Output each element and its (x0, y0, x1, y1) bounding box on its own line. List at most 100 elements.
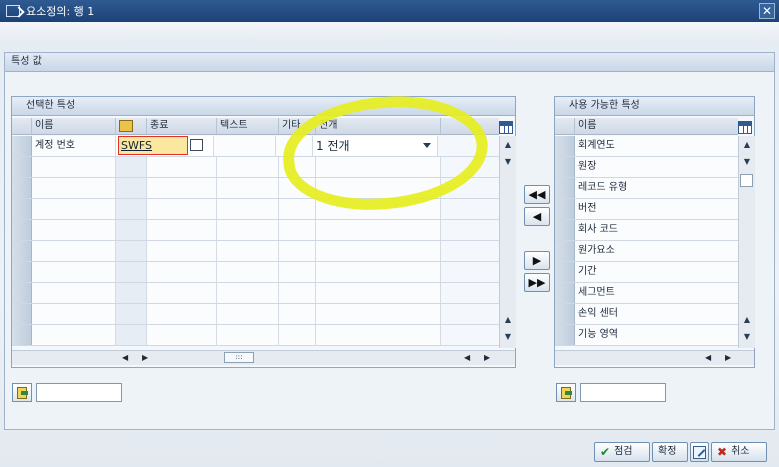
scroll-up-icon[interactable]: ▲ (741, 139, 753, 151)
column-setting-icon[interactable] (116, 118, 147, 134)
row-selector[interactable] (12, 304, 32, 324)
scroll-up-icon[interactable]: ▲ (502, 139, 514, 151)
list-item[interactable]: 세그먼트 (555, 283, 738, 304)
row-selector[interactable] (555, 178, 575, 198)
find-icon[interactable] (12, 383, 32, 402)
scroll-up-icon[interactable]: ▲ (502, 314, 514, 326)
list-item[interactable]: 원장 (555, 157, 738, 178)
scroll-up-icon[interactable]: ▲ (741, 314, 753, 326)
cancel-button[interactable]: ✖ 취소 (711, 442, 767, 462)
table-row[interactable] (12, 157, 499, 178)
scroll-left-icon[interactable]: ◀ (122, 353, 128, 362)
end-value-input[interactable]: SWFS (118, 136, 188, 155)
scroll-down-icon[interactable]: ▼ (741, 331, 753, 343)
scroll-thumb[interactable]: ::: (224, 352, 254, 363)
table-row[interactable] (12, 199, 499, 220)
list-item-label: 버전 (575, 199, 738, 219)
list-item[interactable]: 원가요소 (555, 241, 738, 262)
row-select-header[interactable] (555, 118, 575, 134)
table-row[interactable] (12, 304, 499, 325)
table-cell (116, 241, 147, 261)
row-selector[interactable] (555, 304, 575, 324)
list-item[interactable]: 회계연도 (555, 136, 738, 157)
scroll-left-icon[interactable]: ◀ (464, 353, 470, 362)
edit-button[interactable] (690, 442, 709, 462)
row-selector[interactable] (555, 136, 575, 156)
table-cell (441, 262, 499, 282)
row-selector[interactable] (12, 199, 32, 219)
column-other[interactable]: 기타 (279, 118, 316, 134)
selected-hscroll[interactable]: ◀ ▶ ::: ◀ ▶ (12, 350, 515, 365)
row-select-header[interactable] (12, 118, 32, 134)
table-cell (279, 178, 316, 198)
list-item[interactable]: 버전 (555, 199, 738, 220)
table-cell (279, 199, 316, 219)
confirm-button[interactable]: 확정 (652, 442, 688, 462)
scroll-right-icon[interactable]: ▶ (725, 353, 731, 362)
move-right-button[interactable]: ▶ (524, 251, 550, 270)
table-row[interactable] (12, 283, 499, 304)
selected-find-input[interactable] (36, 383, 122, 402)
close-icon[interactable]: ✕ (759, 3, 775, 19)
settings-icon[interactable] (738, 121, 752, 134)
move-left-button[interactable]: ◀ (524, 207, 550, 226)
list-item[interactable]: 손익 센터 (555, 304, 738, 325)
table-cell (32, 241, 116, 261)
scroll-left-icon[interactable]: ◀ (705, 353, 711, 362)
row-selector[interactable] (555, 283, 575, 303)
chevron-down-icon[interactable] (423, 143, 431, 148)
scroll-right-icon[interactable]: ▶ (484, 353, 490, 362)
column-end[interactable]: 종료 (147, 118, 217, 134)
scroll-down-icon[interactable]: ▼ (502, 331, 514, 343)
selected-panel-title: 선택한 특성 (12, 97, 515, 116)
table-row[interactable] (12, 241, 499, 262)
row-selector[interactable] (555, 325, 575, 345)
table-row[interactable] (12, 178, 499, 199)
list-item[interactable]: 기간 (555, 262, 738, 283)
table-row[interactable]: 계정 번호 SWFS 1 전개 (12, 136, 499, 157)
row-selector[interactable] (555, 241, 575, 261)
row-selector[interactable] (555, 220, 575, 240)
value-help-icon[interactable] (190, 139, 203, 151)
column-name[interactable]: 이름 (575, 118, 738, 134)
find-icon[interactable] (556, 383, 576, 402)
expand-value: 1 전개 (316, 139, 350, 153)
row-selector[interactable] (12, 136, 32, 156)
expand-dropdown[interactable]: 1 전개 (313, 136, 438, 156)
end-value-field[interactable]: SWFS (116, 136, 214, 156)
scroll-down-icon[interactable]: ▼ (741, 156, 753, 168)
row-selector[interactable] (12, 325, 32, 345)
row-selector[interactable] (12, 220, 32, 240)
list-item[interactable]: 레코드 유형 (555, 178, 738, 199)
window-title: 요소정의: 행 1 (26, 5, 95, 18)
row-selector[interactable] (555, 199, 575, 219)
row-selector[interactable] (12, 241, 32, 261)
selected-vscroll[interactable]: ▲ ▼ ▲ ▼ (499, 136, 516, 348)
scroll-down-icon[interactable]: ▼ (502, 156, 514, 168)
row-selector[interactable] (12, 283, 32, 303)
list-item[interactable]: 회사 코드 (555, 220, 738, 241)
column-text[interactable]: 텍스트 (217, 118, 279, 134)
selected-panel: 선택한 특성 이름 종료 텍스트 기타 전개 계정 번호 SWFS 1 전개 ▲… (11, 96, 516, 368)
row-selector[interactable] (12, 178, 32, 198)
column-name[interactable]: 이름 (32, 118, 116, 134)
column-expand[interactable]: 전개 (316, 118, 441, 134)
row-selector[interactable] (555, 157, 575, 177)
settings-icon[interactable] (499, 121, 513, 134)
scroll-thumb[interactable] (740, 174, 753, 187)
row-selector[interactable] (12, 157, 32, 177)
scroll-right-icon[interactable]: ▶ (142, 353, 148, 362)
table-row[interactable] (12, 220, 499, 241)
available-find-input[interactable] (580, 383, 666, 402)
list-item[interactable]: 기능 영역 (555, 325, 738, 346)
available-vscroll[interactable]: ▲ ▼ ▲ ▼ (738, 136, 755, 348)
move-all-left-button[interactable]: ◀◀ (524, 185, 550, 204)
table-row[interactable] (12, 325, 499, 346)
row-selector[interactable] (12, 262, 32, 282)
available-hscroll[interactable]: ◀ ▶ (555, 350, 754, 365)
move-all-right-button[interactable]: ▶▶ (524, 273, 550, 292)
check-button[interactable]: ✔ 점검 (594, 442, 650, 462)
table-cell (316, 157, 441, 177)
row-selector[interactable] (555, 262, 575, 282)
table-row[interactable] (12, 262, 499, 283)
